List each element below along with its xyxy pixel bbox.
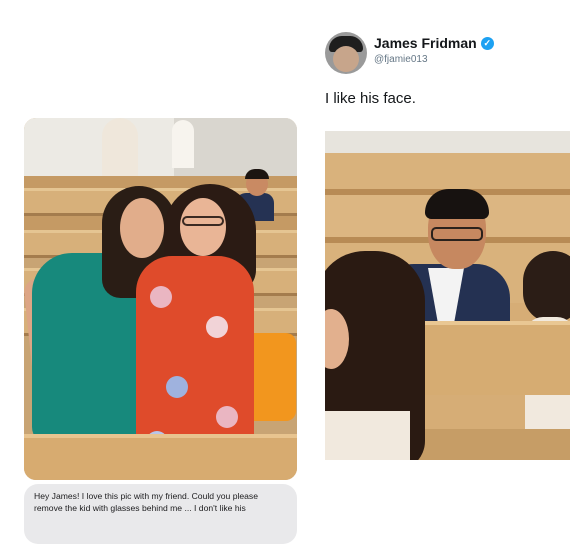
kid-hair [245, 169, 269, 179]
woman-face [120, 198, 164, 258]
boy-glasses [431, 227, 483, 241]
woman-floral-dress [136, 256, 254, 462]
boy-hair [425, 189, 489, 219]
request-message-bubble: Hey James! I love this pic with my frien… [24, 484, 297, 544]
tweet-text: I like his face. [325, 90, 416, 107]
woman-face [180, 198, 226, 256]
author-row: James Fridman ✓ [374, 35, 494, 51]
author-handle[interactable]: @fjamie013 [374, 54, 428, 65]
tweet-photo[interactable] [325, 131, 570, 460]
pew-row [325, 153, 570, 193]
front-pew [24, 434, 297, 480]
dress-flower [206, 316, 228, 338]
author-name[interactable]: James Fridman [374, 35, 477, 51]
author-avatar[interactable] [325, 32, 367, 74]
background-child-hair [523, 251, 570, 323]
original-photo [24, 118, 297, 480]
dress-flower [216, 406, 238, 428]
dress-flower [166, 376, 188, 398]
photo-wall [325, 131, 570, 153]
verified-check-icon: ✓ [480, 36, 494, 50]
background-person [172, 120, 194, 168]
request-message-text: Hey James! I love this pic with my frien… [34, 491, 259, 513]
dress-flower [150, 286, 172, 308]
woman-shirt [325, 411, 410, 460]
glasses [182, 216, 224, 226]
avatar-face [333, 46, 359, 72]
